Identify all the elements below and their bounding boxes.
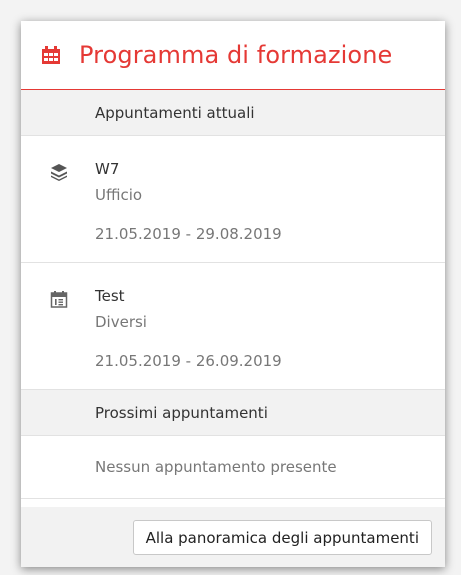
appointment-category: Ufficio xyxy=(95,186,143,204)
appointment-dates: 21.05.2019 - 29.08.2019 xyxy=(95,225,282,243)
appointment-category: Diversi xyxy=(95,313,147,331)
appointment-item[interactable]: W7 Ufficio 21.05.2019 - 29.08.2019 xyxy=(21,136,445,263)
appointment-dates: 21.05.2019 - 26.09.2019 xyxy=(95,352,282,370)
widget-title: Programma di formazione xyxy=(79,41,393,69)
no-appointments-message: Nessun appuntamento presente xyxy=(21,436,445,499)
appointment-name: Test xyxy=(95,287,125,305)
layers-icon xyxy=(51,164,67,181)
calendar-icon xyxy=(42,46,60,64)
training-schedule-widget: Programma di formazione Appuntamenti att… xyxy=(21,21,445,567)
appointment-item[interactable]: Test Diversi 21.05.2019 - 26.09.2019 xyxy=(21,263,445,390)
calendar-day-icon xyxy=(50,291,68,308)
widget-footer: Alla panoramica degli appuntamenti xyxy=(21,507,445,567)
appointment-name: W7 xyxy=(95,160,120,178)
widget-header: Programma di formazione xyxy=(21,21,445,90)
appointments-overview-button[interactable]: Alla panoramica degli appuntamenti xyxy=(132,520,432,555)
upcoming-appointments-heading: Prossimi appuntamenti xyxy=(21,390,445,436)
current-appointments-heading: Appuntamenti attuali xyxy=(21,90,445,136)
